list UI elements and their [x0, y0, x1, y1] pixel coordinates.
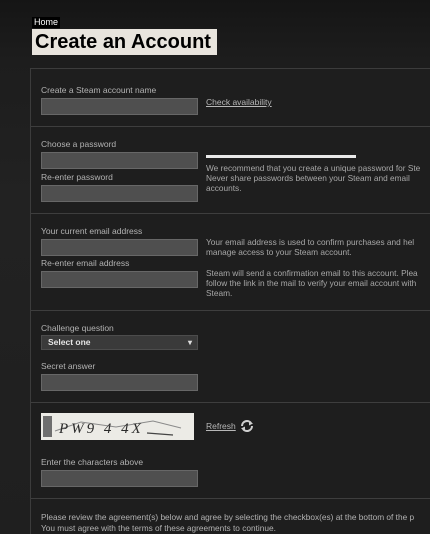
- secret-answer-label: Secret answer: [41, 361, 96, 371]
- captcha-input[interactable]: [41, 470, 198, 487]
- breadcrumb-home-link[interactable]: Home: [32, 17, 61, 28]
- create-account-page: Home Create an Account Create a Steam ac…: [0, 0, 430, 534]
- password-input[interactable]: [41, 152, 198, 169]
- email-label: Your current email address: [41, 226, 143, 236]
- account-name-input[interactable]: [41, 98, 198, 115]
- account-name-label: Create a Steam account name: [41, 85, 157, 95]
- email-confirm-line-3: Steam.: [206, 288, 233, 298]
- captcha-text: PW9 4 4X: [58, 421, 144, 437]
- captcha-entry-label: Enter the characters above: [41, 457, 144, 467]
- section-divider: [31, 498, 430, 499]
- email-input[interactable]: [41, 239, 198, 256]
- captcha-refresh-link[interactable]: Refresh: [206, 421, 236, 431]
- check-availability-link[interactable]: Check availability: [206, 97, 272, 107]
- password-strength-bar: [206, 155, 356, 158]
- reenter-password-label: Re-enter password: [41, 172, 113, 182]
- password-recommend-line-2: Never share passwords between your Steam…: [206, 173, 410, 183]
- password-recommend-line-1: We recommend that you create a unique pa…: [206, 163, 421, 173]
- password-label: Choose a password: [41, 139, 117, 149]
- reenter-email-label: Re-enter email address: [41, 258, 130, 268]
- agreement-requirement: You must agree with the terms of these a…: [41, 523, 276, 533]
- agreement-instructions: Please review the agreement(s) below and…: [41, 512, 415, 522]
- password-recommend-line-3: accounts.: [206, 183, 242, 193]
- email-info-line-1: Your email address is used to confirm pu…: [206, 237, 415, 247]
- secret-answer-input[interactable]: [41, 374, 198, 391]
- reenter-password-input[interactable]: [41, 185, 198, 202]
- email-info-line-2: manage access to your Steam account.: [206, 247, 352, 257]
- section-divider: [31, 402, 430, 403]
- page-title: Create an Account: [32, 29, 217, 55]
- challenge-question-value: Select one: [48, 337, 91, 347]
- challenge-question-select[interactable]: Select one ▾: [41, 335, 198, 350]
- challenge-question-label: Challenge question: [41, 323, 114, 333]
- email-confirm-line-1: Steam will send a confirmation email to …: [206, 268, 418, 278]
- section-divider: [31, 213, 430, 214]
- email-confirm-line-2: follow the link in the mail to verify yo…: [206, 278, 417, 288]
- captcha-image: PW9 4 4X: [41, 413, 194, 440]
- chevron-down-icon: ▾: [187, 338, 192, 347]
- reenter-email-input[interactable]: [41, 271, 198, 288]
- section-divider: [31, 126, 430, 127]
- section-divider: [31, 310, 430, 311]
- refresh-arrows-icon[interactable]: [240, 420, 254, 432]
